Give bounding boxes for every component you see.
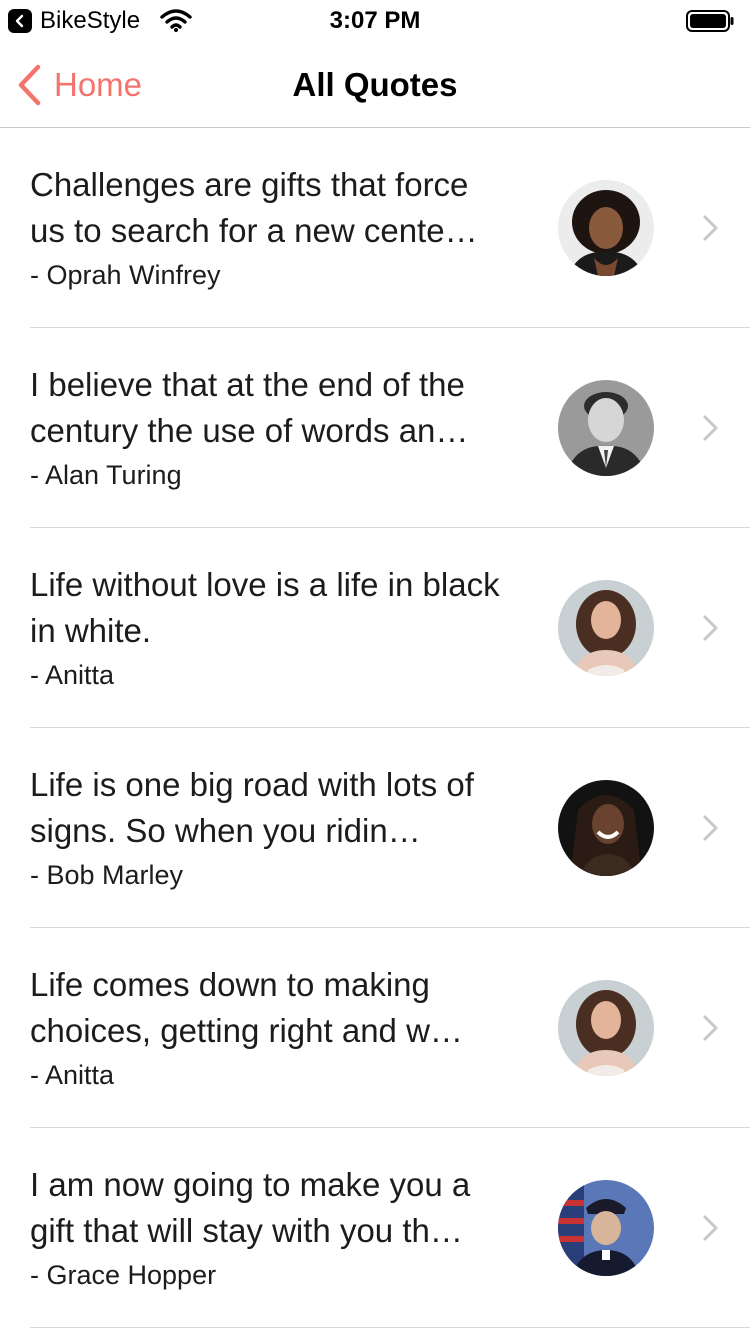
quote-row[interactable]: Life without love is a life in black in … — [0, 528, 750, 728]
quote-author: - Bob Marley — [30, 860, 184, 890]
page-title: All Quotes — [292, 66, 458, 103]
chevron-right-icon — [703, 215, 718, 241]
author-avatar — [558, 580, 654, 676]
author-avatar — [558, 1180, 654, 1276]
quote-text: Life without love is a life in black in … — [30, 566, 500, 649]
quote-row[interactable]: Challenges are gifts that force us to se… — [0, 128, 750, 328]
chevron-right-icon — [703, 815, 718, 841]
quote-text: Life comes down to making choices, getti… — [30, 966, 463, 1049]
quote-row[interactable]: Life comes down to making choices, getti… — [0, 928, 750, 1128]
navigation-bar: Home All Quotes — [0, 40, 750, 128]
chevron-right-icon — [703, 1015, 718, 1041]
quote-text: I am now going to make you a gift that w… — [30, 1166, 471, 1249]
quotes-list: Challenges are gifts that force us to se… — [0, 128, 750, 1328]
quote-author: - Alan Turing — [30, 460, 182, 490]
chevron-right-icon — [703, 415, 718, 441]
quote-row[interactable]: I am now going to make you a gift that w… — [0, 1128, 750, 1328]
quote-text: Life is one big road with lots of signs.… — [30, 766, 474, 849]
author-avatar — [558, 180, 654, 276]
status-bar: BikeStyle 3:07 PM — [0, 0, 750, 40]
row-divider — [30, 1327, 750, 1328]
chevron-right-icon — [703, 1215, 718, 1241]
quote-author: - Anitta — [30, 1060, 115, 1090]
quote-row[interactable]: Life is one big road with lots of signs.… — [0, 728, 750, 928]
author-avatar — [558, 980, 654, 1076]
author-avatar — [558, 780, 654, 876]
quote-author: - Oprah Winfrey — [30, 260, 221, 290]
quote-row[interactable]: I believe that at the end of the century… — [0, 328, 750, 528]
quote-text: Challenges are gifts that force us to se… — [30, 166, 478, 249]
chevron-right-icon — [703, 615, 718, 641]
quote-author: - Anitta — [30, 660, 115, 690]
quote-author: - Grace Hopper — [30, 1260, 217, 1290]
battery-icon — [686, 10, 734, 32]
author-avatar — [558, 380, 654, 476]
status-time: 3:07 PM — [329, 7, 421, 34]
quote-text: I believe that at the end of the century… — [30, 366, 469, 449]
